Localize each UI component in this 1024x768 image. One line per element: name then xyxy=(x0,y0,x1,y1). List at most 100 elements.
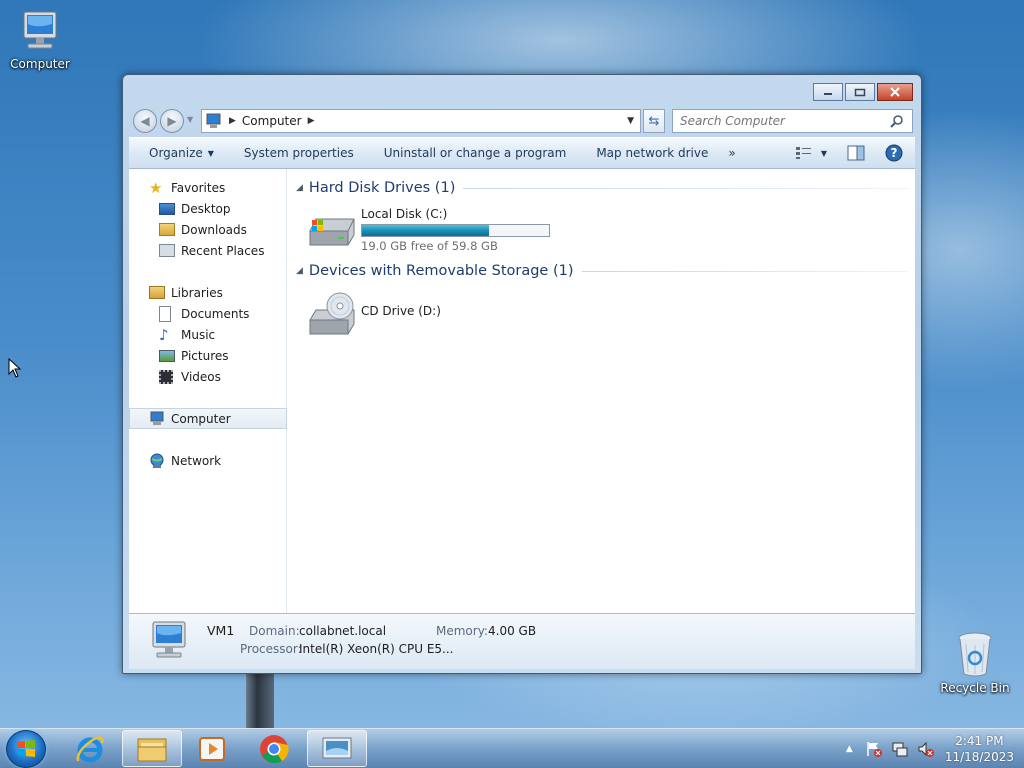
breadcrumb-separator-icon: ▶ xyxy=(229,116,236,126)
details-pane: VM1 Domain: collabnet.local Memory: 4.00… xyxy=(129,613,915,669)
breadcrumb-computer[interactable]: Computer xyxy=(242,114,302,128)
memory-value: 4.00 GB xyxy=(488,624,537,638)
star-icon: ★ xyxy=(149,178,163,197)
window-controls xyxy=(811,83,913,101)
search-input[interactable] xyxy=(680,114,890,128)
nav-label: Computer xyxy=(171,411,231,426)
change-view-button[interactable]: ▼ xyxy=(785,146,837,160)
system-clock[interactable]: 2:41 PM 11/18/2023 xyxy=(945,733,1014,765)
drive-usage-bar xyxy=(361,224,550,237)
minimize-button[interactable] xyxy=(813,83,843,101)
start-button[interactable] xyxy=(6,730,46,768)
restore-icon xyxy=(854,88,866,97)
taskbar: ▲ 2:41 PM 11/18/2023 xyxy=(0,728,1024,768)
refresh-button[interactable]: ⇆ xyxy=(643,109,665,133)
explorer-window: ◀ ▶ ▼ ▶ Computer ▶ ▼ ⇆ Organize ▼ System … xyxy=(122,74,922,674)
desktop-computer-shortcut[interactable]: Computer xyxy=(0,10,80,71)
network-status-icon[interactable] xyxy=(891,740,909,758)
domain-value: collabnet.local xyxy=(299,624,387,638)
downloads-folder-icon xyxy=(159,223,175,236)
recent-pages-dropdown-icon[interactable]: ▼ xyxy=(187,115,193,124)
windows-logo-icon xyxy=(17,740,35,757)
notification-area: ▲ 2:41 PM 11/18/2023 xyxy=(846,729,1014,768)
nav-label: Recent Places xyxy=(181,243,265,258)
clock-time: 2:41 PM xyxy=(955,734,1004,748)
nav-music[interactable]: ♪ Music xyxy=(129,324,287,345)
drive-name: CD Drive (D:) xyxy=(361,304,441,318)
svg-text:?: ? xyxy=(891,146,898,160)
domain-label: Domain: xyxy=(249,624,300,638)
address-dropdown-icon[interactable]: ▼ xyxy=(627,116,634,126)
navigation-pane: ★ Favorites Desktop Downloads Recent Plac… xyxy=(129,169,287,613)
volume-muted-icon[interactable] xyxy=(917,740,935,758)
taskbar-media-player[interactable] xyxy=(182,730,242,767)
chevron-down-icon: ▼ xyxy=(820,148,827,158)
nav-computer[interactable]: Computer xyxy=(129,408,287,429)
computer-icon xyxy=(206,113,221,128)
help-button[interactable]: ? xyxy=(875,144,915,162)
computer-icon xyxy=(150,411,164,425)
group-title: Hard Disk Drives (1) xyxy=(308,180,456,196)
breadcrumb-separator-icon: ▶ xyxy=(307,116,315,126)
preview-pane-button[interactable] xyxy=(837,145,875,161)
address-bar[interactable]: ▶ Computer ▶ ▼ xyxy=(201,109,641,133)
organize-menu[interactable]: Organize ▼ xyxy=(129,146,229,160)
internet-explorer-icon xyxy=(76,735,104,762)
close-icon xyxy=(890,87,900,97)
nav-label: Documents xyxy=(181,306,250,321)
group-divider xyxy=(463,187,908,189)
drive-name: Local Disk (C:) xyxy=(361,207,448,221)
processor-value: Intel(R) Xeon(R) CPU E5... xyxy=(299,642,454,656)
recent-places-icon xyxy=(159,244,175,257)
chevron-down-icon: ▼ xyxy=(207,148,214,158)
forward-button[interactable]: ▶ xyxy=(160,109,184,133)
group-header-removable[interactable]: ◢ Devices with Removable Storage (1) xyxy=(296,263,908,279)
mouse-cursor-icon xyxy=(8,358,22,378)
processor-label: Processor: xyxy=(240,642,302,656)
monitor-picture-icon xyxy=(322,737,352,758)
computer-icon xyxy=(23,11,57,49)
map-network-drive-button[interactable]: Map network drive xyxy=(581,146,723,160)
action-center-flag-icon[interactable] xyxy=(865,740,883,758)
taskbar-chrome[interactable] xyxy=(244,730,304,767)
nav-documents[interactable]: Documents xyxy=(129,303,287,324)
show-hidden-icons-icon[interactable]: ▲ xyxy=(846,744,853,754)
search-box[interactable] xyxy=(672,109,913,133)
nav-network[interactable]: Network xyxy=(129,450,287,471)
nav-label: Music xyxy=(181,327,216,342)
nav-label: Desktop xyxy=(181,201,231,216)
nav-desktop[interactable]: Desktop xyxy=(129,198,287,219)
nav-pictures[interactable]: Pictures xyxy=(129,345,287,366)
pictures-icon xyxy=(159,349,175,362)
desktop-recycle-bin[interactable]: Recycle Bin xyxy=(935,630,1015,695)
taskbar-remote-desktop[interactable] xyxy=(307,730,367,767)
uninstall-program-button[interactable]: Uninstall or change a program xyxy=(369,146,582,160)
collapse-triangle-icon: ◢ xyxy=(296,266,303,276)
drive-local-disk-c[interactable]: Local Disk (C:) 19.0 GB free of 59.8 GB xyxy=(306,205,550,253)
nav-downloads[interactable]: Downloads xyxy=(129,219,287,240)
computer-name: VM1 xyxy=(207,623,235,638)
nav-label: Network xyxy=(171,453,222,468)
more-commands-button[interactable]: » xyxy=(723,146,750,160)
nav-libraries[interactable]: Libraries xyxy=(129,282,287,303)
system-properties-button[interactable]: System properties xyxy=(229,146,369,160)
search-icon[interactable] xyxy=(890,114,904,128)
videos-icon xyxy=(159,369,173,384)
minimize-icon xyxy=(824,93,832,95)
refresh-icon: ⇆ xyxy=(648,113,660,129)
group-header-hard-disk[interactable]: ◢ Hard Disk Drives (1) xyxy=(296,180,908,196)
taskbar-internet-explorer[interactable] xyxy=(60,730,120,767)
nav-label: Favorites xyxy=(171,180,226,195)
nav-label: Downloads xyxy=(181,222,247,237)
nav-favorites[interactable]: ★ Favorites xyxy=(129,177,287,198)
drive-cd-d[interactable]: CD Drive (D:) xyxy=(306,290,441,338)
desktop-icon-label: Computer xyxy=(10,57,70,71)
back-button[interactable]: ◀ xyxy=(133,109,157,133)
nav-videos[interactable]: Videos xyxy=(129,366,287,387)
hard-drive-icon xyxy=(309,218,355,246)
network-icon xyxy=(150,453,164,468)
maximize-button[interactable] xyxy=(845,83,875,101)
taskbar-windows-explorer[interactable] xyxy=(122,730,182,767)
close-button[interactable] xyxy=(877,83,913,101)
nav-recent-places[interactable]: Recent Places xyxy=(129,240,287,261)
